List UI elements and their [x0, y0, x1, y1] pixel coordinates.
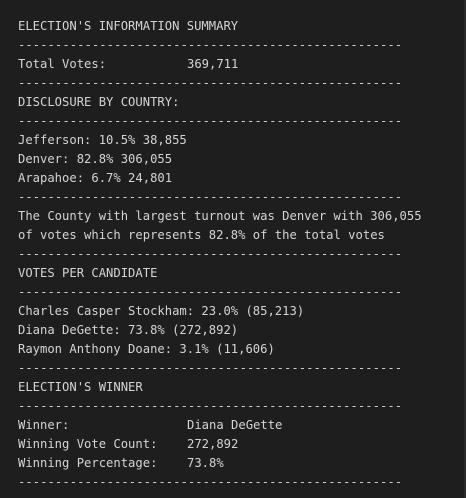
winning-percentage-value: 73.8%: [187, 456, 224, 470]
terminal-output-panel: ELECTION'S INFORMATION SUMMARY ---------…: [0, 0, 466, 498]
separator-line: ----------------------------------------…: [18, 399, 403, 413]
winner-label: Winner:: [18, 418, 70, 432]
candidate-row: Diana DeGette: 73.8% (272,892): [18, 323, 239, 337]
total-votes-value: 369,711: [187, 57, 239, 71]
summary-title: ELECTION'S INFORMATION SUMMARY: [18, 19, 239, 33]
candidate-row: Charles Casper Stockham: 23.0% (85,213): [18, 304, 305, 318]
separator-line: ----------------------------------------…: [18, 361, 403, 375]
separator-line: ----------------------------------------…: [18, 114, 403, 128]
separator-line: ----------------------------------------…: [18, 76, 403, 90]
separator-line: ----------------------------------------…: [18, 285, 403, 299]
separator-line: ----------------------------------------…: [18, 475, 403, 489]
county-row: Jefferson: 10.5% 38,855: [18, 133, 187, 147]
total-votes-label: Total Votes:: [18, 57, 107, 71]
winning-count-value: 272,892: [187, 437, 239, 451]
candidate-row: Raymon Anthony Doane: 3.1% (11,606): [18, 342, 275, 356]
winning-percentage-label: Winning Percentage:: [18, 456, 158, 470]
winner-section-heading: ELECTION'S WINNER: [18, 380, 143, 394]
candidate-section-heading: VOTES PER CANDIDATE: [18, 266, 158, 280]
separator-line: ----------------------------------------…: [18, 38, 403, 52]
winner-value: Diana DeGette: [187, 418, 283, 432]
county-row: Denver: 82.8% 306,055: [18, 152, 173, 166]
winning-count-label: Winning Vote Count:: [18, 437, 158, 451]
largest-turnout-line-1: The County with largest turnout was Denv…: [18, 209, 422, 223]
largest-turnout-line-2: of votes which represents 82.8% of the t…: [18, 228, 385, 242]
separator-line: ----------------------------------------…: [18, 247, 403, 261]
separator-line: ----------------------------------------…: [18, 190, 403, 204]
county-section-heading: DISCLOSURE BY COUNTRY:: [18, 95, 180, 109]
county-row: Arapahoe: 6.7% 24,801: [18, 171, 173, 185]
